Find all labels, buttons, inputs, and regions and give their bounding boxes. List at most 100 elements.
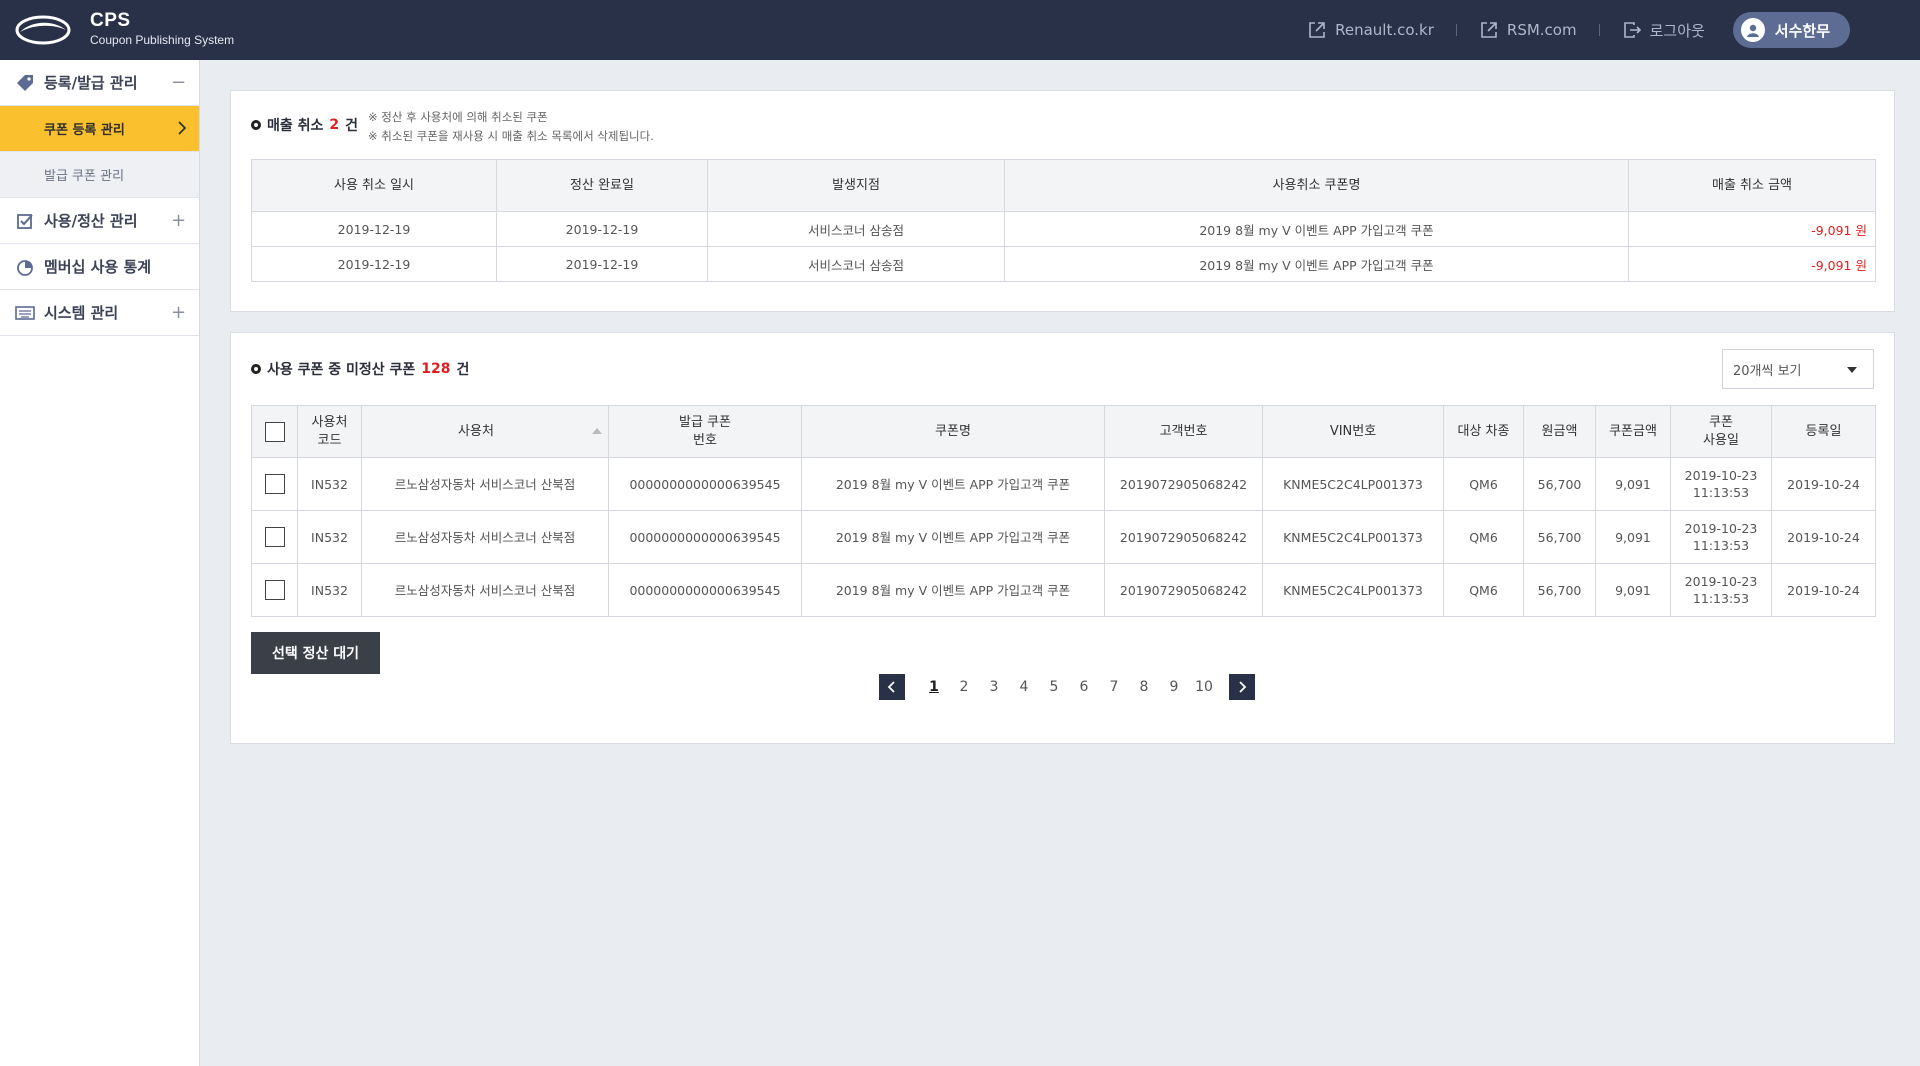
user-menu-button[interactable]: 서수한무	[1732, 12, 1850, 48]
sidebar-group-usage-settlement[interactable]: 사용/정산 관리 +	[0, 198, 199, 244]
place-cell: 르노삼성자동차 서비스코너 산북점	[361, 563, 609, 617]
used-date-cell: 2019-10-23 11:13:53	[1670, 563, 1772, 617]
section-title-text: 매출 취소	[267, 118, 324, 134]
coupon-number-cell: 0000000000000639545	[608, 510, 802, 564]
sales-cancel-panel: 매출 취소 2 건 ※ 정산 후 사용처에 의해 취소된 쿠폰 ※ 취소된 쿠폰…	[230, 90, 1895, 312]
renault-link[interactable]: Renault.co.kr	[1307, 20, 1434, 40]
unsettled-count: 128	[421, 361, 451, 377]
prev-page-button[interactable]	[879, 674, 905, 700]
page-number[interactable]: 3	[979, 679, 1009, 695]
sidebar-group-label: 사용/정산 관리	[44, 212, 138, 230]
coupon-number-cell: 0000000000000639545	[608, 563, 802, 617]
column-header: 매출 취소 금액	[1628, 159, 1876, 212]
place-code-cell: IN532	[297, 457, 362, 511]
sidebar-item-issued-coupons[interactable]: 발급 쿠폰 관리	[0, 152, 199, 198]
sidebar-group-label: 멤버십 사용 통계	[44, 258, 152, 276]
settled-date-cell: 2019-12-19	[496, 246, 708, 282]
car-model-cell: QM6	[1443, 457, 1524, 511]
table-row[interactable]: IN532 르노삼성자동차 서비스코너 산북점 0000000000000639…	[251, 510, 1876, 564]
count-unit: 건	[456, 362, 470, 378]
pie-chart-icon	[14, 256, 36, 278]
column-header: 대상 차종	[1443, 405, 1524, 458]
cancel-datetime-cell: 2019-12-19	[251, 246, 497, 282]
row-checkbox[interactable]	[264, 527, 285, 547]
page-number[interactable]: 6	[1069, 679, 1099, 695]
unsettled-title: 사용 쿠폰 중 미정산 쿠폰 128 건	[251, 359, 469, 379]
customer-number-cell: 2019072905068242	[1104, 563, 1263, 617]
coupon-amount-cell: 9,091	[1595, 563, 1671, 617]
checkbox-icon	[14, 210, 36, 232]
next-page-button[interactable]	[1229, 674, 1255, 700]
brand-title: CPS	[90, 10, 131, 31]
page-number[interactable]: 7	[1099, 679, 1129, 695]
cancel-amount-cell: -9,091 원	[1628, 211, 1876, 247]
column-header: 등록일	[1771, 405, 1876, 458]
sales-cancel-title: 매출 취소 2 건	[251, 115, 358, 135]
page-number[interactable]: 8	[1129, 679, 1159, 695]
page-size-value: 20개씩 보기	[1733, 363, 1802, 379]
column-header-sortable[interactable]: 사용처	[361, 405, 609, 458]
cancel-amount-cell: -9,091 원	[1628, 246, 1876, 282]
customer-number-cell: 2019072905068242	[1104, 510, 1263, 564]
top-header: CPS Coupon Publishing System Renault.co.…	[0, 0, 1920, 60]
page-size-select[interactable]: 20개씩 보기	[1722, 349, 1874, 389]
sidebar-item-label: 쿠폰 등록 관리	[44, 123, 125, 138]
row-select-cell	[251, 563, 298, 617]
coupon-amount-cell: 9,091	[1595, 510, 1671, 564]
table-row[interactable]: IN532 르노삼성자동차 서비스코너 산북점 0000000000000639…	[251, 457, 1876, 511]
external-link-icon	[1481, 22, 1497, 38]
page-number-current[interactable]: 1	[919, 679, 949, 695]
vin-cell: KNME5C2C4LP001373	[1262, 563, 1444, 617]
column-header: VIN번호	[1262, 405, 1444, 458]
table-row[interactable]: IN532 르노삼성자동차 서비스코너 산북점 0000000000000639…	[251, 563, 1876, 617]
coupon-amount-cell: 9,091	[1595, 457, 1671, 511]
used-date-cell: 2019-10-23 11:13:53	[1670, 457, 1772, 511]
page-number[interactable]: 10	[1189, 679, 1219, 695]
page-number[interactable]: 2	[949, 679, 979, 695]
chevron-right-icon	[1239, 681, 1247, 693]
sidebar-group-system[interactable]: 시스템 관리 +	[0, 290, 199, 336]
row-checkbox[interactable]	[264, 474, 285, 494]
customer-number-cell: 2019072905068242	[1104, 457, 1263, 511]
note-line: ※ 취소된 쿠폰을 재사용 시 매출 취소 목록에서 삭제됩니다.	[368, 129, 654, 143]
place-code-cell: IN532	[297, 563, 362, 617]
sales-cancel-table: 사용 취소 일시 정산 완료일 발생지점 사용취소 쿠폰명 매출 취소 금액 2…	[251, 159, 1876, 282]
registered-date-cell: 2019-10-24	[1771, 510, 1876, 564]
bullet-icon	[251, 120, 261, 130]
coupon-number-cell: 0000000000000639545	[608, 457, 802, 511]
brand-subtitle: Coupon Publishing System	[90, 33, 235, 47]
rsm-link[interactable]: RSM.com	[1479, 20, 1577, 40]
sidebar-group-membership-stats[interactable]: 멤버십 사용 통계	[0, 244, 199, 290]
column-header: 사용 취소 일시	[251, 159, 497, 212]
column-header: 사용처 코드	[297, 405, 362, 458]
row-select-cell	[251, 457, 298, 511]
row-checkbox[interactable]	[264, 580, 285, 600]
coupon-name-cell: 2019 8월 my V 이벤트 APP 가입고객 쿠폰	[801, 457, 1105, 511]
column-header: 원금액	[1523, 405, 1596, 458]
section-notes: ※ 정산 후 사용처에 의해 취소된 쿠폰 ※ 취소된 쿠폰을 재사용 시 매출…	[368, 108, 654, 146]
original-amount-cell: 56,700	[1523, 457, 1596, 511]
select-all-cell	[251, 405, 298, 458]
renault-samsung-logo-icon[interactable]	[14, 12, 72, 48]
renault-link-label: Renault.co.kr	[1335, 21, 1434, 39]
expand-toggle-icon[interactable]: +	[171, 210, 186, 231]
select-all-checkbox[interactable]	[264, 421, 285, 442]
coupon-name-cell: 2019 8월 my V 이벤트 APP 가입고객 쿠폰	[1004, 211, 1629, 247]
page-number[interactable]: 5	[1039, 679, 1069, 695]
logout-label: 로그아웃	[1649, 21, 1705, 40]
expand-toggle-icon[interactable]: +	[171, 302, 186, 323]
column-header-label: 사용처	[458, 423, 494, 439]
page-number[interactable]: 9	[1159, 679, 1189, 695]
collapse-toggle-icon[interactable]: −	[171, 72, 186, 93]
sidebar-group-registration[interactable]: 등록/발급 관리 −	[0, 60, 199, 106]
sidebar-item-coupon-registration[interactable]: 쿠폰 등록 관리	[0, 106, 199, 152]
place-cell: 르노삼성자동차 서비스코너 산북점	[361, 510, 609, 564]
sort-asc-icon[interactable]	[591, 428, 602, 434]
page-number[interactable]: 4	[1009, 679, 1039, 695]
table-row[interactable]: 2019-12-19 2019-12-19 서비스코너 삼송점 2019 8월 …	[251, 211, 1876, 247]
logout-link[interactable]: 로그아웃	[1622, 20, 1705, 41]
settlement-pending-button[interactable]: 선택 정산 대기	[251, 632, 380, 674]
table-row[interactable]: 2019-12-19 2019-12-19 서비스코너 삼송점 2019 8월 …	[251, 246, 1876, 282]
column-header: 쿠폰금액	[1595, 405, 1671, 458]
keyboard-icon	[14, 302, 36, 324]
